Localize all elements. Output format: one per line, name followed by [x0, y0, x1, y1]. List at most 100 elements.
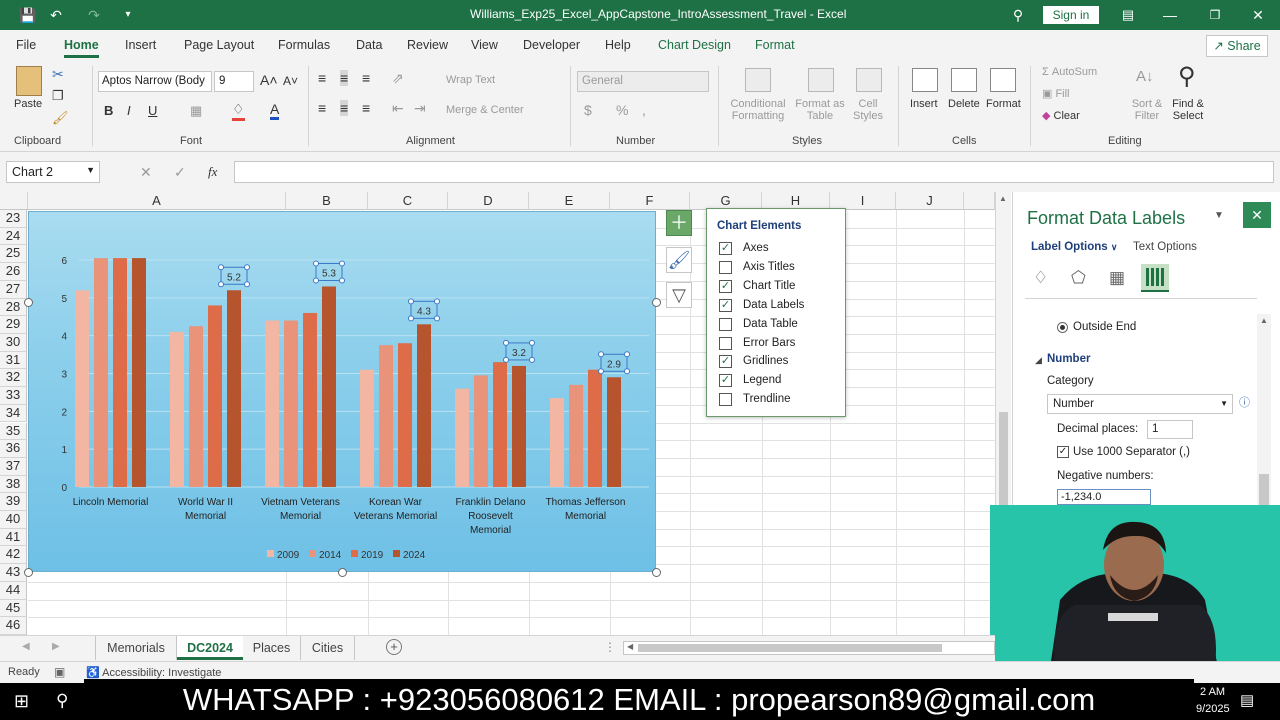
sheet-tab-dc2024[interactable]: DC2024	[177, 636, 243, 660]
underline-icon[interactable]: U	[148, 103, 157, 118]
category-select[interactable]: Number ▼	[1047, 394, 1233, 414]
clear-button[interactable]: ◆ Clear	[1042, 109, 1080, 122]
font-name-select[interactable]: Aptos Narrow (Body	[98, 71, 212, 92]
paste-icon[interactable]	[16, 66, 42, 96]
delete-cells-icon[interactable]	[951, 68, 977, 92]
insert-cells-button[interactable]: Insert	[910, 98, 938, 110]
tab-developer[interactable]: Developer	[523, 38, 580, 52]
resize-handle[interactable]	[652, 298, 661, 307]
row-header-28[interactable]: 28	[0, 298, 27, 317]
share-button[interactable]: ↗ Share	[1206, 35, 1268, 57]
search-icon[interactable]: ⚲	[1008, 5, 1028, 25]
tab-page-layout[interactable]: Page Layout	[184, 38, 254, 52]
increase-indent-icon[interactable]: ⇥	[414, 100, 426, 117]
horizontal-scrollbar[interactable]: ◀	[623, 641, 995, 655]
sheet-tab-memorials[interactable]: Memorials	[95, 636, 177, 660]
label-options-tab[interactable]: Label Options ∨	[1031, 241, 1117, 253]
find-select-button[interactable]: Find & Select	[1168, 98, 1208, 122]
tab-formulas[interactable]: Formulas	[278, 38, 330, 52]
row-header-46[interactable]: 46	[0, 617, 27, 635]
column-header-k[interactable]	[964, 192, 995, 210]
row-header-42[interactable]: 42	[0, 546, 27, 565]
size-properties-icon[interactable]: ▦	[1109, 268, 1125, 288]
close-window-icon[interactable]: ✕	[1248, 5, 1268, 25]
fill-line-icon[interactable]: ♢	[1033, 268, 1048, 288]
sheet-tab-places[interactable]: Places	[243, 636, 301, 660]
name-box[interactable]: Chart 2 ▼	[6, 161, 100, 183]
text-options-tab[interactable]: Text Options	[1133, 241, 1197, 253]
select-all-corner[interactable]	[0, 192, 28, 210]
row-header-35[interactable]: 35	[0, 422, 27, 441]
fill-button[interactable]: ▣ Fill	[1042, 87, 1070, 100]
column-header-c[interactable]: C	[368, 192, 448, 210]
label-options-icon[interactable]	[1141, 264, 1169, 292]
row-header-32[interactable]: 32	[0, 369, 27, 388]
sheet-tab-cities[interactable]: Cities	[301, 636, 355, 660]
formula-input[interactable]	[234, 161, 1274, 183]
row-header-30[interactable]: 30	[0, 333, 27, 352]
row-header-37[interactable]: 37	[0, 457, 27, 476]
row-header-33[interactable]: 33	[0, 387, 27, 405]
row-header-39[interactable]: 39	[0, 493, 27, 512]
align-right-icon[interactable]: ≡	[362, 100, 370, 116]
sort-filter-icon[interactable]: A↓	[1136, 68, 1154, 85]
scroll-left-icon[interactable]: ◀	[627, 642, 633, 651]
orientation-icon[interactable]: ⇗	[392, 70, 404, 87]
wrap-text-button[interactable]: Wrap Text	[446, 74, 495, 86]
close-pane-button[interactable]: ✕	[1243, 202, 1271, 228]
cell-styles-icon[interactable]	[856, 68, 882, 92]
percent-icon[interactable]: %	[616, 102, 628, 118]
data-table-checkbox[interactable]	[719, 317, 732, 331]
row-header-36[interactable]: 36	[0, 440, 27, 458]
row-header-34[interactable]: 34	[0, 404, 27, 423]
merge-center-button[interactable]: Merge & Center	[446, 104, 524, 116]
row-header-45[interactable]: 45	[0, 599, 27, 618]
sort-filter-button[interactable]: Sort & Filter	[1128, 98, 1166, 122]
row-header-43[interactable]: 43	[0, 564, 27, 582]
customize-toolbar-icon[interactable]: ▾	[118, 5, 138, 25]
find-icon[interactable]: ⚲	[1178, 62, 1196, 91]
tab-view[interactable]: View	[471, 38, 498, 52]
row-header-29[interactable]: 29	[0, 316, 27, 334]
taskbar-search-icon[interactable]: ⚲	[56, 691, 68, 711]
negative-numbers-list[interactable]: -1,234.0	[1057, 489, 1151, 505]
outside-end-radio[interactable]	[1057, 322, 1068, 333]
tab-data[interactable]: Data	[356, 38, 382, 52]
error-bars-checkbox[interactable]	[719, 336, 732, 350]
resize-handle[interactable]	[24, 568, 33, 577]
format-cells-icon[interactable]	[990, 68, 1016, 92]
next-sheet-icon[interactable]: ▶	[52, 641, 60, 652]
comma-icon[interactable]: ,	[642, 102, 646, 118]
cut-icon[interactable]: ✂	[52, 66, 64, 83]
chart-elements-button[interactable]: ＋	[666, 210, 692, 236]
ribbon-display-icon[interactable]: ▤	[1118, 5, 1138, 25]
format-as-table-icon[interactable]	[808, 68, 834, 92]
undo-icon[interactable]: ↶	[46, 5, 66, 25]
column-header-j[interactable]: J	[896, 192, 964, 210]
scrollbar-thumb[interactable]	[1259, 474, 1269, 505]
font-color-icon[interactable]: A	[270, 101, 280, 120]
tab-help[interactable]: Help	[605, 38, 631, 52]
borders-icon[interactable]: ▦	[190, 103, 202, 119]
align-top-icon[interactable]: ≡	[318, 70, 326, 86]
tab-file[interactable]: File	[16, 38, 36, 52]
font-size-select[interactable]: 9	[214, 71, 254, 92]
format-painter-icon[interactable]: 🖌	[52, 110, 69, 126]
windows-start-icon[interactable]: ⊞	[14, 691, 29, 712]
paste-button[interactable]: Paste	[14, 98, 42, 110]
pane-options-icon[interactable]: ▼	[1214, 210, 1224, 221]
increase-font-icon[interactable]: A˄	[260, 72, 278, 88]
tab-insert[interactable]: Insert	[125, 38, 156, 52]
align-left-icon[interactable]: ≡	[318, 100, 326, 116]
row-header-31[interactable]: 31	[0, 351, 27, 370]
tab-chart-design[interactable]: Chart Design	[658, 38, 731, 52]
row-header-41[interactable]: 41	[0, 528, 27, 547]
format-cells-button[interactable]: Format	[986, 98, 1021, 110]
legend-checkbox[interactable]: ✓	[719, 374, 732, 388]
column-header-e[interactable]: E	[529, 192, 610, 210]
save-icon[interactable]: 💾	[18, 5, 38, 25]
row-header-25[interactable]: 25	[0, 245, 27, 264]
decrease-indent-icon[interactable]: ⇤	[392, 100, 404, 117]
cell-styles-button[interactable]: Cell Styles	[848, 98, 888, 122]
effects-icon[interactable]: ⬠	[1071, 268, 1086, 288]
